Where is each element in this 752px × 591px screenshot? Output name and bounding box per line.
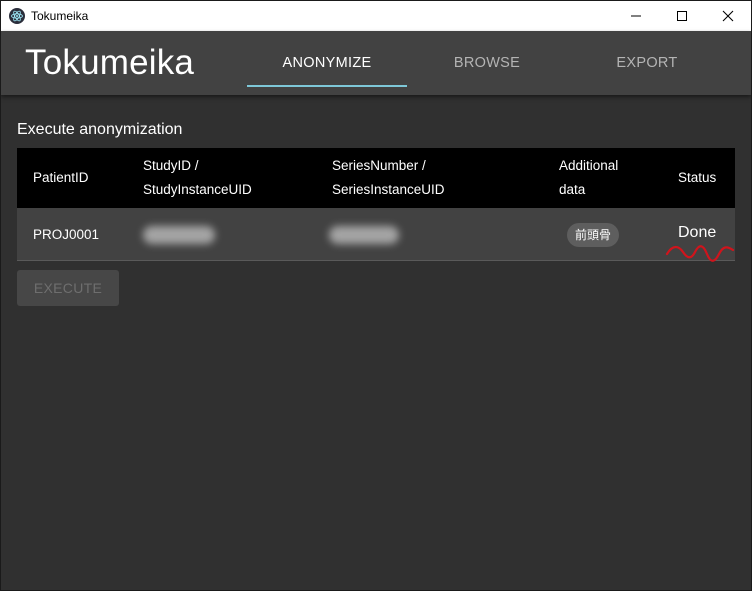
app-bar: Tokumeika ANONYMIZE BROWSE EXPORT	[1, 31, 751, 95]
execute-button[interactable]: EXECUTE	[17, 270, 119, 306]
maximize-button[interactable]	[659, 1, 705, 31]
redacted-study-uid	[143, 226, 215, 244]
electron-icon	[9, 8, 25, 24]
column-header-series-line2: SeriesInstanceUID	[332, 182, 445, 197]
minimize-button[interactable]	[613, 1, 659, 31]
redacted-series-uid	[329, 226, 399, 244]
title-bar: Tokumeika	[1, 1, 751, 31]
active-tab-indicator	[247, 85, 407, 87]
column-header-additional-line1: Additional	[559, 158, 619, 173]
window-title: Tokumeika	[31, 9, 89, 23]
table-row[interactable]: PROJ0001 前頭骨 Done	[17, 208, 735, 262]
tab-export[interactable]: EXPORT	[567, 31, 727, 95]
section-title: Execute anonymization	[17, 121, 183, 138]
column-header-study: StudyID / StudyInstanceUID	[143, 148, 252, 208]
column-header-additional: Additional data	[559, 148, 618, 208]
column-header-study-line1: StudyID /	[143, 158, 199, 173]
close-icon	[722, 10, 734, 22]
cell-patient-id: PROJ0001	[33, 227, 100, 242]
close-button[interactable]	[705, 1, 751, 31]
additional-data-chip[interactable]: 前頭骨	[567, 223, 620, 247]
column-header-patient-id: PatientID	[33, 170, 89, 185]
brand-title: Tokumeika	[25, 43, 195, 82]
column-header-study-line2: StudyInstanceUID	[143, 182, 252, 197]
column-header-additional-line2: data	[559, 182, 586, 197]
tab-browse[interactable]: BROWSE	[407, 31, 567, 95]
status-label: Done	[678, 224, 717, 241]
table-header: PatientID StudyID / StudyInstanceUID Ser…	[17, 148, 735, 208]
column-header-series: SeriesNumber / SeriesInstanceUID	[332, 148, 445, 208]
red-underline-annotation	[665, 245, 735, 262]
anonymization-table: PatientID StudyID / StudyInstanceUID Ser…	[17, 148, 735, 262]
column-header-status: Status	[678, 170, 717, 185]
maximize-icon	[677, 11, 687, 21]
app-window: Tokumeika Tokumeika ANONYMIZE BROWSE EXP…	[0, 0, 752, 591]
column-header-series-line1: SeriesNumber /	[332, 158, 426, 173]
minimize-icon	[631, 15, 641, 17]
